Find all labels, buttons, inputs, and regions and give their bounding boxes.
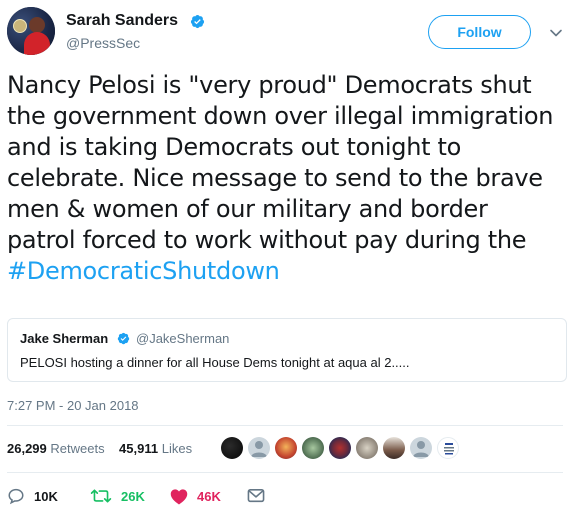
follow-button[interactable]: Follow [428,15,531,49]
author-handle[interactable]: @PressSec [66,35,140,51]
quoted-author-name: Jake Sherman [20,331,109,346]
heart-icon [170,488,188,504]
author-name[interactable]: Sarah Sanders [66,12,178,30]
liker-avatar[interactable] [275,437,297,459]
tweet: Sarah Sanders @PressSec Follow Nancy Pel… [0,0,569,530]
retweet-button[interactable]: 26K [90,485,145,507]
retweets-stat[interactable]: 26,299 Retweets [7,441,105,456]
divider [7,425,563,426]
avatar[interactable] [7,7,55,55]
likes-label: Likes [161,441,193,456]
quoted-tweet[interactable]: Jake Sherman @JakeSherman PELOSI hosting… [7,318,567,382]
like-count: 46K [197,488,221,504]
liker-avatar[interactable] [410,437,432,459]
reply-button[interactable]: 10K [7,485,58,507]
chevron-down-icon[interactable] [549,26,563,40]
liker-avatar[interactable] [329,437,351,459]
tweet-actions: 10K 26K 46K [7,485,563,507]
liker-avatar[interactable] [302,437,324,459]
liker-avatar[interactable] [221,437,243,459]
liker-avatar[interactable] [437,437,459,459]
hashtag-link[interactable]: #DemocraticShutdown [7,257,280,285]
like-button[interactable]: 46K [170,485,221,507]
retweet-icon [90,489,112,503]
reply-icon [8,488,24,505]
verified-badge-icon [190,14,205,29]
timestamp[interactable]: 7:27 PM - 20 Jan 2018 [7,398,139,413]
direct-message-button[interactable] [247,485,265,507]
divider [7,472,563,473]
retweets-label: Retweets [50,441,105,456]
liker-avatar[interactable] [383,437,405,459]
retweet-count: 26K [121,488,145,504]
retweets-count: 26,299 [7,441,47,456]
liker-avatar[interactable] [248,437,270,459]
direct-message-icon [247,488,265,503]
tweet-stats: 26,299 Retweets 45,911 Likes [7,441,192,456]
tweet-text: Nancy Pelosi is "very proud" Democrats s… [7,70,562,287]
quoted-tweet-text: PELOSI hosting a dinner for all House De… [20,355,410,370]
reply-count: 10K [34,488,58,504]
quoted-author-handle: @JakeSherman [136,331,230,346]
likes-stat[interactable]: 45,911 Likes [119,441,192,456]
likes-count: 45,911 [119,441,159,456]
liker-avatar[interactable] [356,437,378,459]
verified-badge-icon [117,332,130,345]
tweet-body: Nancy Pelosi is "very proud" Democrats s… [7,71,554,254]
